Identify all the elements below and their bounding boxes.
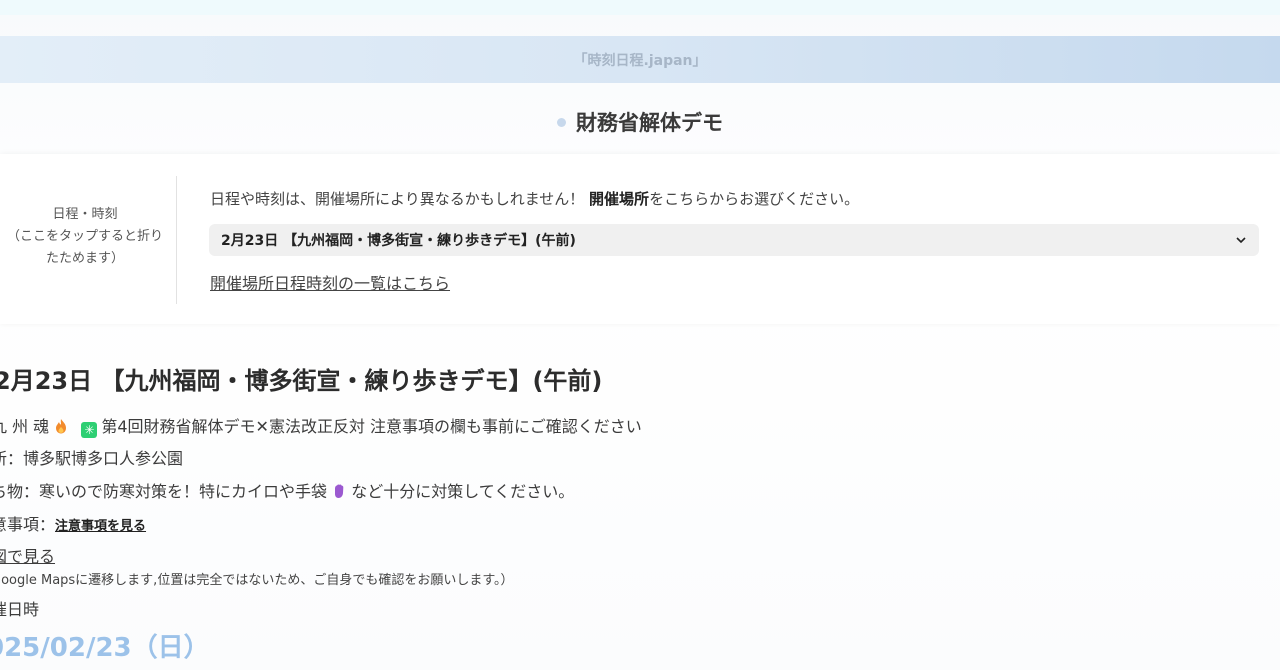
schedule-card: 日程・時刻 （ここをタップすると折り たためます） 日程や時刻は、開催場所により… bbox=[0, 154, 1280, 324]
site-banner-text: 「時刻日程.japan」 bbox=[573, 52, 707, 69]
page-title-row: 財務省解体デモ bbox=[0, 100, 1280, 144]
map-link[interactable]: 図で見る bbox=[0, 543, 55, 567]
event-tagline-b: 第4回財務省解体デモ✕憲法改正反対 注意事項の欄も事前にご確認ください bbox=[101, 417, 642, 436]
event-tagline-a: 九 州 魂 bbox=[0, 417, 50, 436]
map-note: Google Mapsに遷移します,位置は完全ではないため、ご自身でも確認をお願… bbox=[0, 573, 514, 588]
event-notes: 意事項：注意事項を見る bbox=[0, 511, 146, 535]
site-banner[interactable]: 「時刻日程.japan」 bbox=[0, 36, 1280, 83]
event-tagline: 九 州 魂 ✳第4回財務省解体デモ✕憲法改正反対 注意事項の欄も事前にご確認くだ… bbox=[0, 413, 642, 438]
notes-link[interactable]: 注意事項を見る bbox=[55, 519, 146, 534]
schedule-divider bbox=[176, 176, 177, 304]
schedule-intro: 日程や時刻は、開催場所により異なるかもしれません！ 開催場所をこちらからお選びく… bbox=[210, 188, 859, 209]
event-date-label: 催日時 bbox=[0, 600, 40, 619]
event-detail: 2月23日 【九州福岡・博多街宣・練り歩きデモ】(午前) 九 州 魂 ✳第4回財… bbox=[0, 335, 1280, 670]
schedule-list-link[interactable]: 開催場所日程時刻の一覧はこちら bbox=[210, 270, 450, 294]
schedule-toggle[interactable]: 日程・時刻 （ここをタップすると折り たためます） bbox=[0, 204, 170, 270]
event-items: ち物：寒いので防寒対策を！特にカイロや手袋 など十分に対策してください。 bbox=[0, 478, 574, 502]
top-strip bbox=[0, 0, 1280, 15]
fire-icon bbox=[56, 419, 67, 434]
event-title: 2月23日 【九州福岡・博多街宣・練り歩きデモ】(午前) bbox=[0, 367, 603, 395]
event-notes-label: 意事項： bbox=[0, 515, 56, 534]
schedule-intro-suffix: をこちらからお選びください。 bbox=[649, 190, 860, 208]
event-date: 025/02/23（日） bbox=[0, 633, 210, 663]
event-items-a: ち物：寒いので防寒対策を！特にカイロや手袋 bbox=[0, 482, 328, 501]
schedule-label-line2: （ここをタップすると折り bbox=[6, 229, 163, 244]
schedule-label-line1: 日程・時刻 bbox=[52, 207, 118, 222]
event-venue: 所：博多駅博多口人参公園 bbox=[0, 449, 184, 468]
venue-select-value: 2月23日 【九州福岡・博多街宣・練り歩きデモ】(午前) bbox=[221, 233, 576, 249]
schedule-label-line3: たためます） bbox=[45, 251, 124, 266]
title-bullet bbox=[557, 117, 566, 127]
schedule-intro-bold: 開催場所 bbox=[589, 190, 650, 208]
schedule-intro-prefix: 日程や時刻は、開催場所により異なるかもしれません！ bbox=[210, 190, 585, 208]
sparkle-icon: ✳ bbox=[81, 422, 98, 438]
chevron-down-icon bbox=[1236, 237, 1246, 244]
glove-icon bbox=[335, 484, 344, 498]
event-items-b: など十分に対策してください。 bbox=[351, 482, 575, 501]
page-title: 財務省解体デモ bbox=[576, 111, 723, 135]
venue-select[interactable]: 2月23日 【九州福岡・博多街宣・練り歩きデモ】(午前) bbox=[209, 224, 1259, 256]
